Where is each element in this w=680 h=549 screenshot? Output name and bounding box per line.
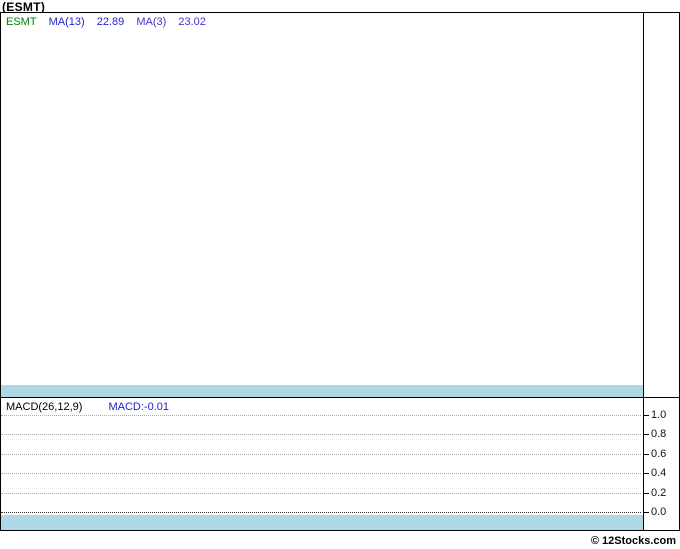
macd-params-label: MACD(26,12,9) xyxy=(6,401,83,413)
price-legend: ESMT MA(13) 22.89 MA(3) 23.02 xyxy=(6,16,215,28)
price-plot-area: ESMT MA(13) 22.89 MA(3) 23.02 xyxy=(1,13,643,397)
gridline-0-4 xyxy=(1,473,641,474)
axis-tick-mark xyxy=(644,433,649,435)
price-chart-panel: ESMT MA(13) 22.89 MA(3) 23.02 xyxy=(0,12,680,398)
axis-tick-row: 0.8 xyxy=(644,428,666,440)
axis-tick-label: 0.2 xyxy=(651,487,667,499)
copyright-label: © 12Stocks.com xyxy=(590,535,676,547)
macd-plot-area: MACD(26,12,9) MACD:-0.01 xyxy=(1,398,643,530)
ma3-value: 23.02 xyxy=(178,16,206,28)
macd-chart-panel: MACD(26,12,9) MACD:-0.01 1.0 0.8 0.6 0.4 xyxy=(0,398,680,531)
axis-tick-mark xyxy=(644,492,649,494)
gridline-0-6 xyxy=(1,454,641,455)
axis-tick-mark xyxy=(644,414,649,416)
volume-band xyxy=(1,385,643,397)
axis-tick-row: 0.4 xyxy=(644,467,666,479)
axis-tick-label: 0.6 xyxy=(651,448,667,460)
axis-tick-label: 0.8 xyxy=(651,428,667,440)
gridline-0-8 xyxy=(1,434,641,435)
footer: © 12Stocks.com xyxy=(0,531,678,547)
ticker-symbol-label: ESMT xyxy=(6,16,37,28)
axis-tick-mark xyxy=(644,511,649,513)
axis-tick-row: 0.0 xyxy=(644,506,666,518)
macd-value-label: MACD:-0.01 xyxy=(108,401,170,413)
axis-tick-row: 0.2 xyxy=(644,487,666,499)
gridline-zero xyxy=(1,512,641,513)
axis-tick-label: 0.0 xyxy=(651,506,667,518)
macd-legend: MACD(26,12,9) MACD:-0.01 xyxy=(6,401,178,413)
ma13-value: 22.89 xyxy=(96,16,125,28)
axis-tick-row: 0.6 xyxy=(644,448,666,460)
axis-tick-mark xyxy=(644,453,649,455)
ma13-label: MA(13) xyxy=(48,16,85,28)
axis-tick-label: 0.4 xyxy=(651,467,667,479)
axis-tick-row: 1.0 xyxy=(644,409,666,421)
gridline-1-0 xyxy=(1,415,641,416)
gridline-0-2 xyxy=(1,493,641,494)
ma3-label: MA(3) xyxy=(136,16,167,28)
axis-tick-label: 1.0 xyxy=(651,409,667,421)
price-axis-column xyxy=(643,13,679,397)
macd-axis-column: 1.0 0.8 0.6 0.4 0.2 0.0 xyxy=(643,398,679,530)
macd-bottom-band xyxy=(1,515,643,530)
axis-tick-mark xyxy=(644,472,649,474)
